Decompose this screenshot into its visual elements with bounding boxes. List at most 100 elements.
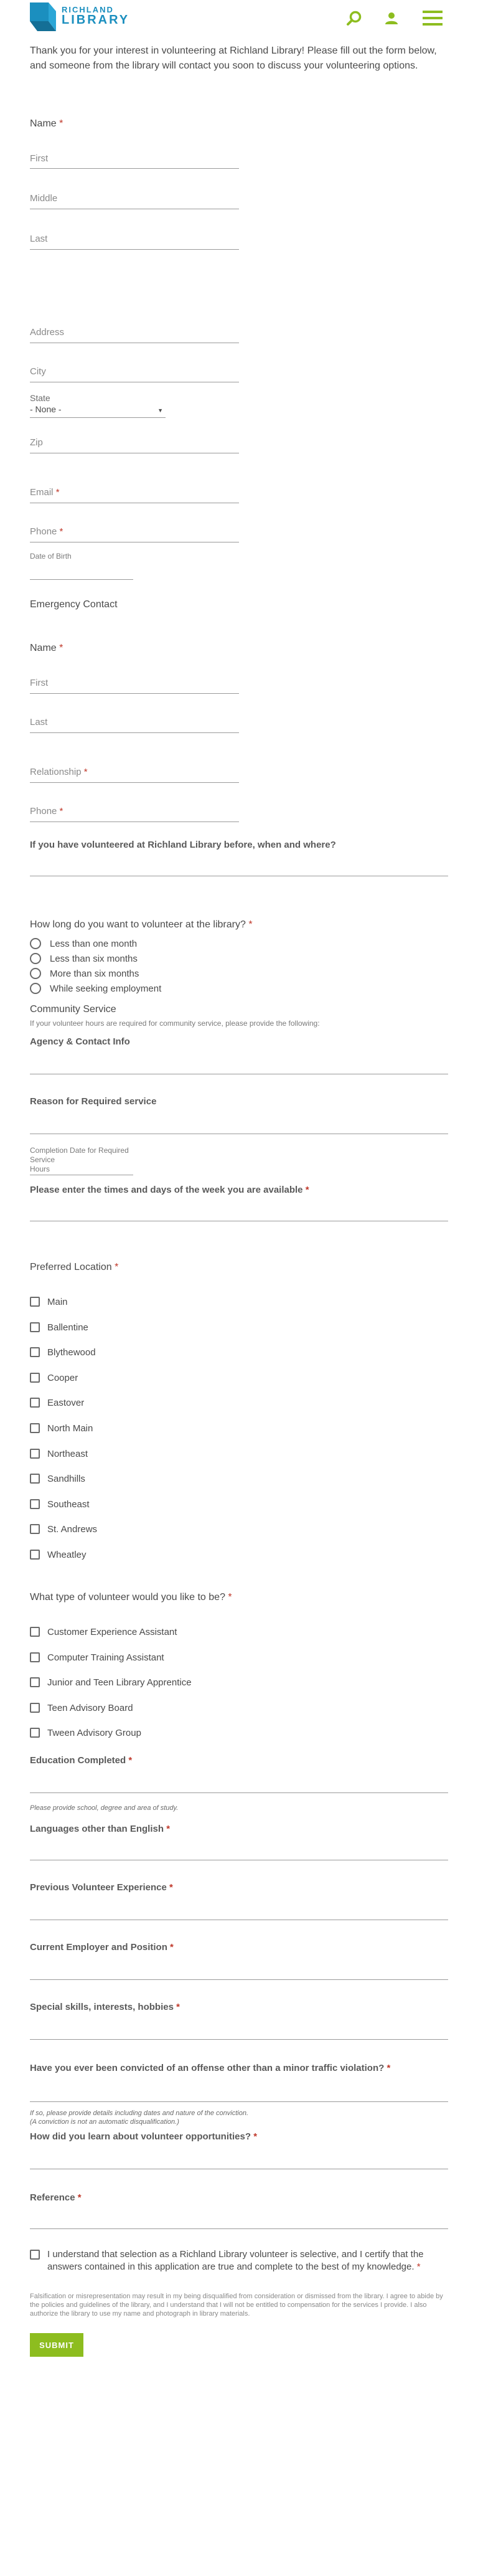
dob-field[interactable] [30,579,133,580]
volunteer-type-option-label: Junior and Teen Library Apprentice [47,1677,192,1688]
volunteer-type-option-label: Tween Advisory Group [47,1728,141,1738]
search-icon[interactable] [345,9,363,27]
first-name-field[interactable] [30,168,239,169]
state-select[interactable]: - None - ▼ [30,404,166,418]
radio-button[interactable] [30,938,41,949]
location-option-label: Main [47,1297,68,1307]
volunteer-type-label: What type of volunteer would you like to… [30,1592,232,1603]
availability-label: Please enter the times and days of the w… [30,1185,309,1195]
checkbox[interactable] [30,1728,40,1738]
radio-button[interactable] [30,983,41,994]
agreement-checkbox[interactable] [30,2250,40,2260]
emergency-name-label: Name * [30,643,63,653]
checkbox[interactable] [30,1322,40,1332]
volunteer-type-option-label: Computer Training Assistant [47,1652,164,1663]
checkbox[interactable] [30,1677,40,1687]
relationship-placeholder: Relationship * [30,767,88,777]
agreement-text: I understand that selection as a Richlan… [47,2249,424,2272]
radio-button[interactable] [30,968,41,979]
volunteer-type-option-label: Customer Experience Assistant [47,1627,177,1637]
hours-label: Hours [30,1165,50,1173]
zip-placeholder: Zip [30,437,43,448]
skills-label: Special skills, interests, hobbies * [30,2002,180,2012]
intro-text: Thank you for your interest in volunteer… [30,45,437,71]
chevron-down-icon: ▼ [157,407,163,414]
checkbox[interactable] [30,1652,40,1662]
checkbox[interactable] [30,1423,40,1433]
middle-name-placeholder: Middle [30,193,58,204]
checkbox[interactable] [30,1550,40,1560]
skills-field[interactable] [30,2039,448,2040]
checkbox[interactable] [30,1499,40,1509]
conviction-label: Have you ever been convicted of an offen… [30,2063,391,2073]
city-placeholder: City [30,366,46,377]
languages-label: Languages other than English * [30,1824,171,1834]
checkbox[interactable] [30,1347,40,1358]
checkbox[interactable] [30,1372,40,1383]
duration-option-label: While seeking employment [50,983,162,994]
education-helper: Please provide school, degree and area o… [30,1804,179,1812]
reference-label: Reference * [30,2192,82,2203]
duration-option-label: Less than six months [50,954,138,964]
submit-button[interactable]: SUBMIT [30,2333,83,2357]
last-name-placeholder: Last [30,234,48,244]
volunteer-type-option-label: Teen Advisory Board [47,1702,133,1713]
education-label: Education Completed * [30,1755,133,1766]
learned-label: How did you learn about volunteer opport… [30,2131,258,2142]
emergency-contact-heading: Emergency Contact [30,599,118,610]
last-name-field[interactable] [30,249,239,250]
agreement-fine-print: Falsification or misrepresentation may r… [30,2293,443,2318]
location-option-label: Sandhills [47,1474,85,1485]
location-option-label: Blythewood [47,1347,96,1358]
emergency-last-field[interactable] [30,732,239,733]
completion-date-label: Completion Date for Required Service [30,1146,129,1164]
checkbox[interactable] [30,1448,40,1459]
preferred-location-label: Preferred Location * [30,1262,119,1272]
checkbox[interactable] [30,1398,40,1408]
duration-label: How long do you want to volunteer at the… [30,919,253,930]
location-option-label: North Main [47,1423,93,1434]
site-header: RICHLAND LIBRARY [0,0,478,40]
checkbox[interactable] [30,1627,40,1637]
checkbox[interactable] [30,1474,40,1484]
duration-option-label: More than six months [50,968,139,979]
location-option-label: Southeast [47,1499,90,1510]
logo-mark-icon [30,2,56,31]
email-placeholder: Email * [30,487,60,498]
reason-label: Reason for Required service [30,1096,157,1107]
radio-button[interactable] [30,953,41,964]
logo-text-line2: LIBRARY [62,13,130,27]
conviction-field[interactable] [30,2101,448,2102]
phone-placeholder: Phone * [30,526,63,537]
location-option-label: Wheatley [47,1550,87,1560]
emergency-first-placeholder: First [30,678,49,688]
community-service-description: If your volunteer hours are required for… [30,1019,320,1028]
community-service-heading: Community Service [30,1004,116,1015]
employer-field[interactable] [30,1979,448,1980]
location-option-label: St. Andrews [47,1524,98,1535]
relationship-field[interactable] [30,782,239,783]
checkbox[interactable] [30,1297,40,1307]
checkbox[interactable] [30,1524,40,1535]
first-name-placeholder: First [30,153,49,164]
location-option-label: Cooper [47,1372,78,1383]
menu-icon[interactable] [422,9,443,27]
prior-volunteer-label: If you have volunteered at Richland Libr… [30,840,336,850]
education-field[interactable] [30,1792,448,1793]
state-label: State [30,393,50,403]
checkbox[interactable] [30,1702,40,1713]
duration-option-label: Less than one month [50,939,138,949]
state-select-value: - None - [30,404,62,414]
experience-label: Previous Volunteer Experience * [30,1882,173,1893]
user-icon[interactable] [383,9,400,27]
emergency-phone-placeholder: Phone * [30,806,63,817]
conviction-helper-2: (A conviction is not an automatic disqua… [30,2118,179,2126]
conviction-helper-1: If so, please provide details including … [30,2110,249,2117]
emergency-first-field[interactable] [30,693,239,694]
location-option-label: Ballentine [47,1322,88,1333]
richland-library-logo[interactable]: RICHLAND LIBRARY [30,2,136,31]
location-option-label: Northeast [47,1448,88,1459]
reference-field[interactable] [30,2228,448,2229]
dob-label: Date of Birth [30,552,72,561]
name-group-label: Name * [30,118,63,129]
